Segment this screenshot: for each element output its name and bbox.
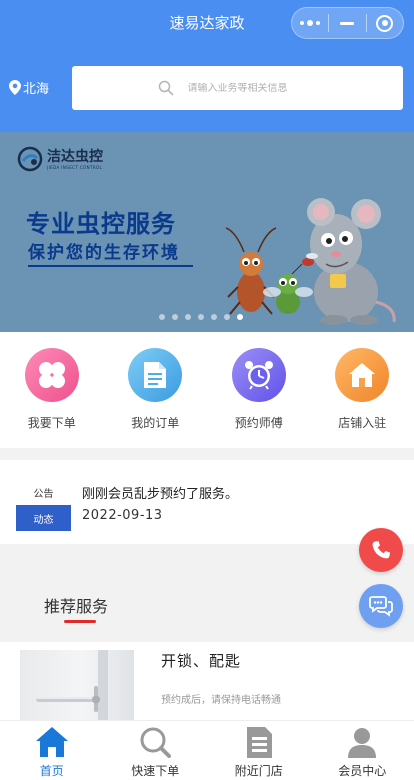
call-button[interactable] (359, 528, 403, 572)
minus-icon (340, 21, 355, 25)
pager-dot[interactable] (224, 314, 230, 320)
pager-dot[interactable] (211, 314, 217, 320)
menu-place-order[interactable]: 我要下单 (0, 332, 104, 448)
pager-dot-active[interactable] (237, 314, 243, 320)
pager-dot[interactable] (159, 314, 165, 320)
banner-subline: 保护您的生存环境 (28, 243, 180, 263)
menu-book-master[interactable]: 预约师傅 (207, 332, 311, 448)
notice-badge: 动态 (16, 505, 71, 531)
tab-label: 首页 (39, 764, 64, 778)
location-pin-icon (9, 80, 21, 95)
chat-button[interactable] (359, 584, 403, 628)
brand-logo: 洁达虫控 JIEDA INSECT CONTROL (17, 146, 103, 172)
tab-nearby-stores[interactable]: 附近门店 (207, 721, 311, 780)
search-input[interactable] (187, 82, 318, 94)
menu-my-orders[interactable]: 我的订单 (104, 332, 208, 448)
notice-date: 2022-09-13 (82, 508, 163, 523)
header: 速易达家政 北海 (0, 0, 414, 132)
service-card[interactable]: 开锁、配匙 预约成后，请保持电话畅通 (0, 642, 414, 732)
bottom-tab-bar: 首页 快速下单 附近门店 会员中心 (0, 720, 414, 780)
alarm-clock-icon (231, 348, 286, 402)
banner-pager (159, 314, 243, 320)
document-icon (128, 348, 183, 402)
section-title: 推荐服务 (44, 597, 109, 616)
menu-label: 店铺入驻 (338, 416, 387, 430)
user-icon (348, 728, 377, 758)
target-circle-icon (376, 14, 394, 32)
pager-dot[interactable] (172, 314, 178, 320)
tab-label: 附近门店 (234, 764, 283, 778)
more-dots-icon (300, 20, 321, 26)
tab-home[interactable]: 首页 (0, 721, 104, 780)
quick-menu: 我要下单 我的订单 预约师傅 店铺入驻 (0, 332, 414, 448)
banner-headline: 专业虫控服务 (26, 210, 176, 238)
home-icon (35, 727, 68, 757)
menu-label: 我要下单 (27, 416, 76, 430)
search-bar[interactable] (72, 66, 403, 110)
menu-label: 我的订单 (131, 416, 180, 430)
menu-store-join[interactable]: 店铺入驻 (311, 332, 414, 448)
tab-quick-order[interactable]: 快速下单 (104, 721, 208, 780)
search-icon (140, 727, 172, 758)
pest-cartoon-illustration (226, 198, 396, 325)
section-title-underline (64, 620, 96, 623)
promo-banner[interactable]: 洁达虫控 JIEDA INSECT CONTROL 专业虫控服务 保护您的生存环… (0, 132, 414, 332)
search-icon (158, 80, 173, 96)
tab-label: 快速下单 (131, 764, 180, 778)
clover-icon (24, 348, 79, 402)
location-label: 北海 (23, 82, 50, 97)
brand-logo-mark (17, 146, 43, 172)
document-icon (246, 727, 272, 758)
tab-label: 会员中心 (338, 764, 387, 778)
minimize-button[interactable] (329, 8, 365, 38)
pager-dot[interactable] (198, 314, 204, 320)
house-icon (335, 348, 390, 402)
menu-label: 预约师傅 (234, 416, 283, 430)
banner-divider (28, 265, 193, 267)
mini-program-capsule (291, 7, 404, 39)
chat-bubble-icon (369, 596, 393, 617)
tab-member-center[interactable]: 会员中心 (311, 721, 414, 780)
notice-text: 刚刚会员乱步预约了服务。 (82, 487, 239, 502)
more-button[interactable] (292, 8, 328, 38)
service-name: 开锁、配匙 (161, 652, 242, 670)
notice-bar[interactable]: 公告 动态 刚刚会员乱步预约了服务。 2022-09-13 (0, 460, 414, 544)
close-button[interactable] (367, 8, 403, 38)
phone-icon (372, 541, 390, 559)
brand-name: 洁达虫控 (47, 148, 103, 165)
location-selector[interactable]: 北海 (9, 78, 49, 97)
notice-tag: 公告 (33, 489, 54, 500)
brand-name-en: JIEDA INSECT CONTROL (47, 164, 103, 170)
service-desc: 预约成后，请保持电话畅通 (161, 695, 281, 706)
pager-dot[interactable] (185, 314, 191, 320)
